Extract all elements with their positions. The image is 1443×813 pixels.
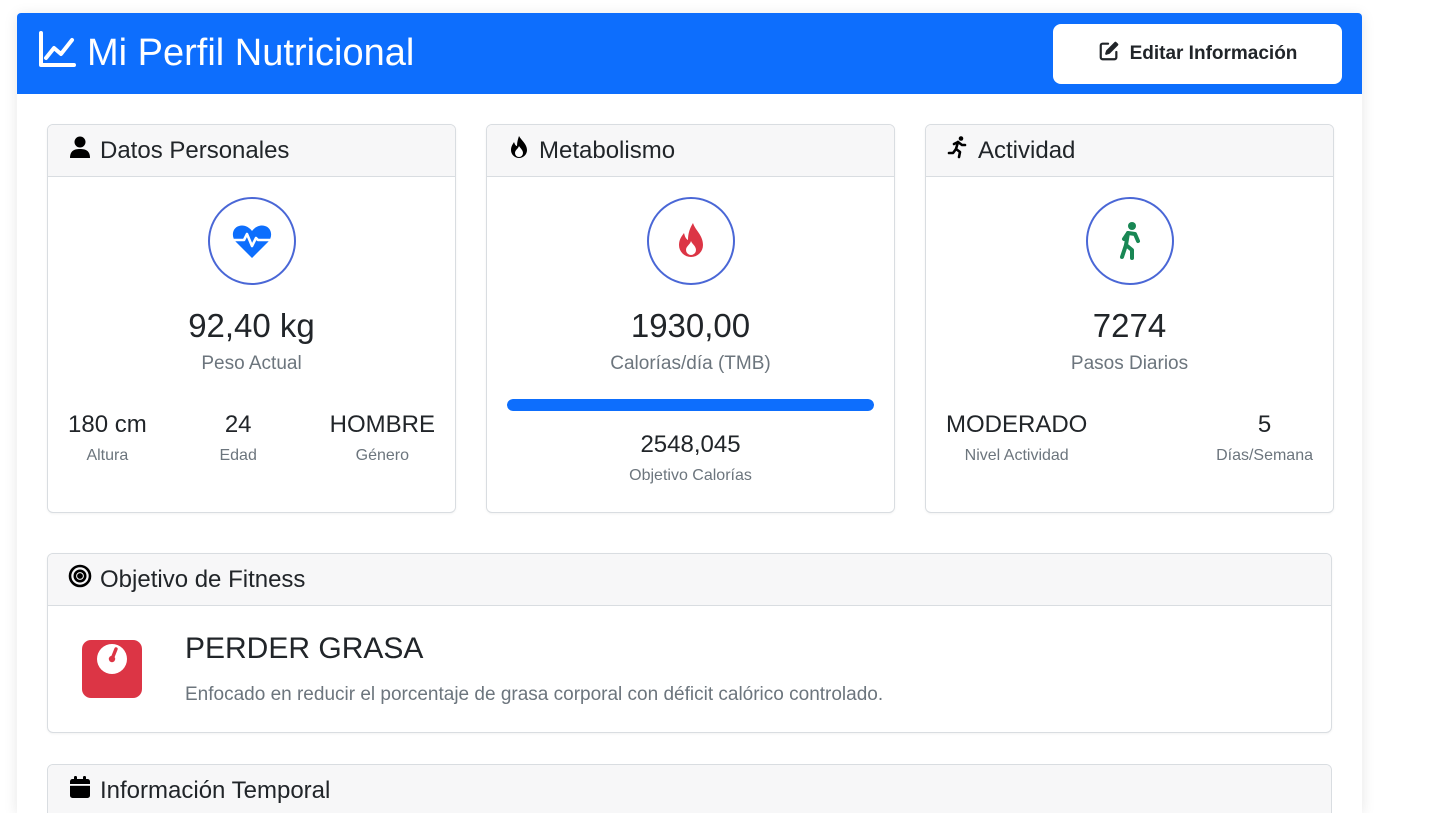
bmr-label: Calorías/día (TMB) bbox=[610, 353, 771, 374]
fitness-goal-header: Objetivo de Fitness bbox=[48, 554, 1331, 606]
walking-icon bbox=[1119, 222, 1140, 260]
stat-gender: HOMBRE Género bbox=[330, 411, 435, 465]
personal-data-header: Datos Personales bbox=[48, 125, 455, 177]
edit-info-label: Editar Información bbox=[1129, 42, 1298, 64]
stat-value: MODERADO bbox=[946, 411, 1088, 438]
temporal-info-card: Información Temporal bbox=[47, 764, 1332, 813]
fitness-goal-text: PERDER GRASA Enfocado en reducir el porc… bbox=[185, 630, 883, 706]
fitness-goal-title: Objetivo de Fitness bbox=[100, 565, 306, 593]
stat-value: HOMBRE bbox=[329, 411, 435, 438]
pen-square-icon bbox=[1098, 40, 1120, 68]
stat-age: 24 Edad bbox=[219, 411, 256, 465]
stat-days-per-week: 5 Días/Semana bbox=[1216, 411, 1313, 465]
activity-card: Actividad 7274 Pasos Diarios MODERADO Ni… bbox=[925, 124, 1334, 513]
bmr-value: 1930,00 bbox=[630, 307, 751, 344]
summary-cards: Datos Personales 92,40 kg Peso Actual 18… bbox=[47, 124, 1334, 513]
stat-height: 180 cm Altura bbox=[68, 411, 147, 465]
stat-label: Días/Semana bbox=[1216, 447, 1313, 464]
metabolism-card: Metabolismo 1930,00 Calorías/día (TMB) 2… bbox=[486, 124, 895, 513]
fitness-goal-description: Enfocado en reducir el porcentaje de gra… bbox=[185, 684, 884, 705]
stat-value: 5 bbox=[1257, 411, 1272, 438]
calorie-target-value: 2548,045 bbox=[640, 431, 741, 458]
personal-data-title: Datos Personales bbox=[100, 136, 290, 164]
stat-label: Edad bbox=[219, 447, 257, 464]
fitness-goal-value: PERDER GRASA bbox=[185, 632, 424, 665]
calendar-icon bbox=[68, 775, 92, 806]
calorie-progress-bar bbox=[507, 399, 874, 411]
current-weight-value: 92,40 kg bbox=[188, 307, 315, 344]
metabolism-body: 1930,00 Calorías/día (TMB) 2548,045 Obje… bbox=[487, 177, 894, 485]
activity-title: Actividad bbox=[978, 136, 1076, 164]
page-title: Mi Perfil Nutricional bbox=[37, 29, 414, 79]
heart-pulse-icon bbox=[232, 225, 271, 258]
metabolism-header: Metabolismo bbox=[487, 125, 894, 177]
running-icon bbox=[946, 135, 970, 166]
fitness-goal-card: Objetivo de Fitness PERDER GRASA Enfocad… bbox=[47, 553, 1332, 733]
heart-pulse-icon-badge bbox=[207, 197, 296, 285]
page-title-text: Mi Perfil Nutricional bbox=[87, 32, 415, 74]
line-chart-icon bbox=[37, 29, 77, 79]
edit-info-button[interactable]: Editar Información bbox=[1053, 23, 1342, 84]
metabolism-title: Metabolismo bbox=[539, 136, 676, 164]
current-weight-label: Peso Actual bbox=[201, 353, 302, 374]
personal-data-card: Datos Personales 92,40 kg Peso Actual 18… bbox=[47, 124, 456, 513]
stat-value: 24 bbox=[224, 411, 252, 438]
activity-stats: MODERADO Nivel Actividad 5 Días/Semana bbox=[926, 411, 1333, 465]
daily-steps-value: 7274 bbox=[1092, 307, 1167, 344]
personal-data-body: 92,40 kg Peso Actual 180 cm Altura 24 Ed… bbox=[48, 177, 455, 465]
stat-label: Género bbox=[355, 447, 409, 464]
target-icon bbox=[68, 564, 92, 595]
stat-label: Altura bbox=[86, 447, 129, 464]
stat-label: Nivel Actividad bbox=[964, 447, 1069, 464]
calorie-target-label: Objetivo Calorías bbox=[629, 467, 752, 484]
temporal-info-title: Información Temporal bbox=[100, 776, 331, 804]
user-icon bbox=[68, 135, 92, 166]
scale-icon bbox=[82, 640, 142, 698]
fitness-goal-body: PERDER GRASA Enfocado en reducir el porc… bbox=[48, 606, 1331, 706]
activity-body: 7274 Pasos Diarios MODERADO Nivel Activi… bbox=[926, 177, 1333, 465]
stat-activity-level: MODERADO Nivel Actividad bbox=[946, 411, 1087, 465]
temporal-info-header: Información Temporal bbox=[48, 765, 1331, 813]
fire-icon bbox=[678, 223, 703, 257]
profile-container: Mi Perfil Nutricional Editar Información bbox=[17, 13, 1362, 813]
daily-steps-label: Pasos Diarios bbox=[1070, 353, 1189, 374]
walking-icon-badge bbox=[1085, 197, 1174, 285]
fire-icon bbox=[507, 135, 531, 166]
fire-icon-badge bbox=[646, 197, 735, 285]
activity-header: Actividad bbox=[926, 125, 1333, 177]
header-bar: Mi Perfil Nutricional Editar Información bbox=[17, 13, 1362, 94]
stat-value: 180 cm bbox=[68, 411, 147, 438]
calorie-progress-fill bbox=[507, 399, 874, 411]
personal-stats: 180 cm Altura 24 Edad HOMBRE Género bbox=[48, 411, 455, 465]
